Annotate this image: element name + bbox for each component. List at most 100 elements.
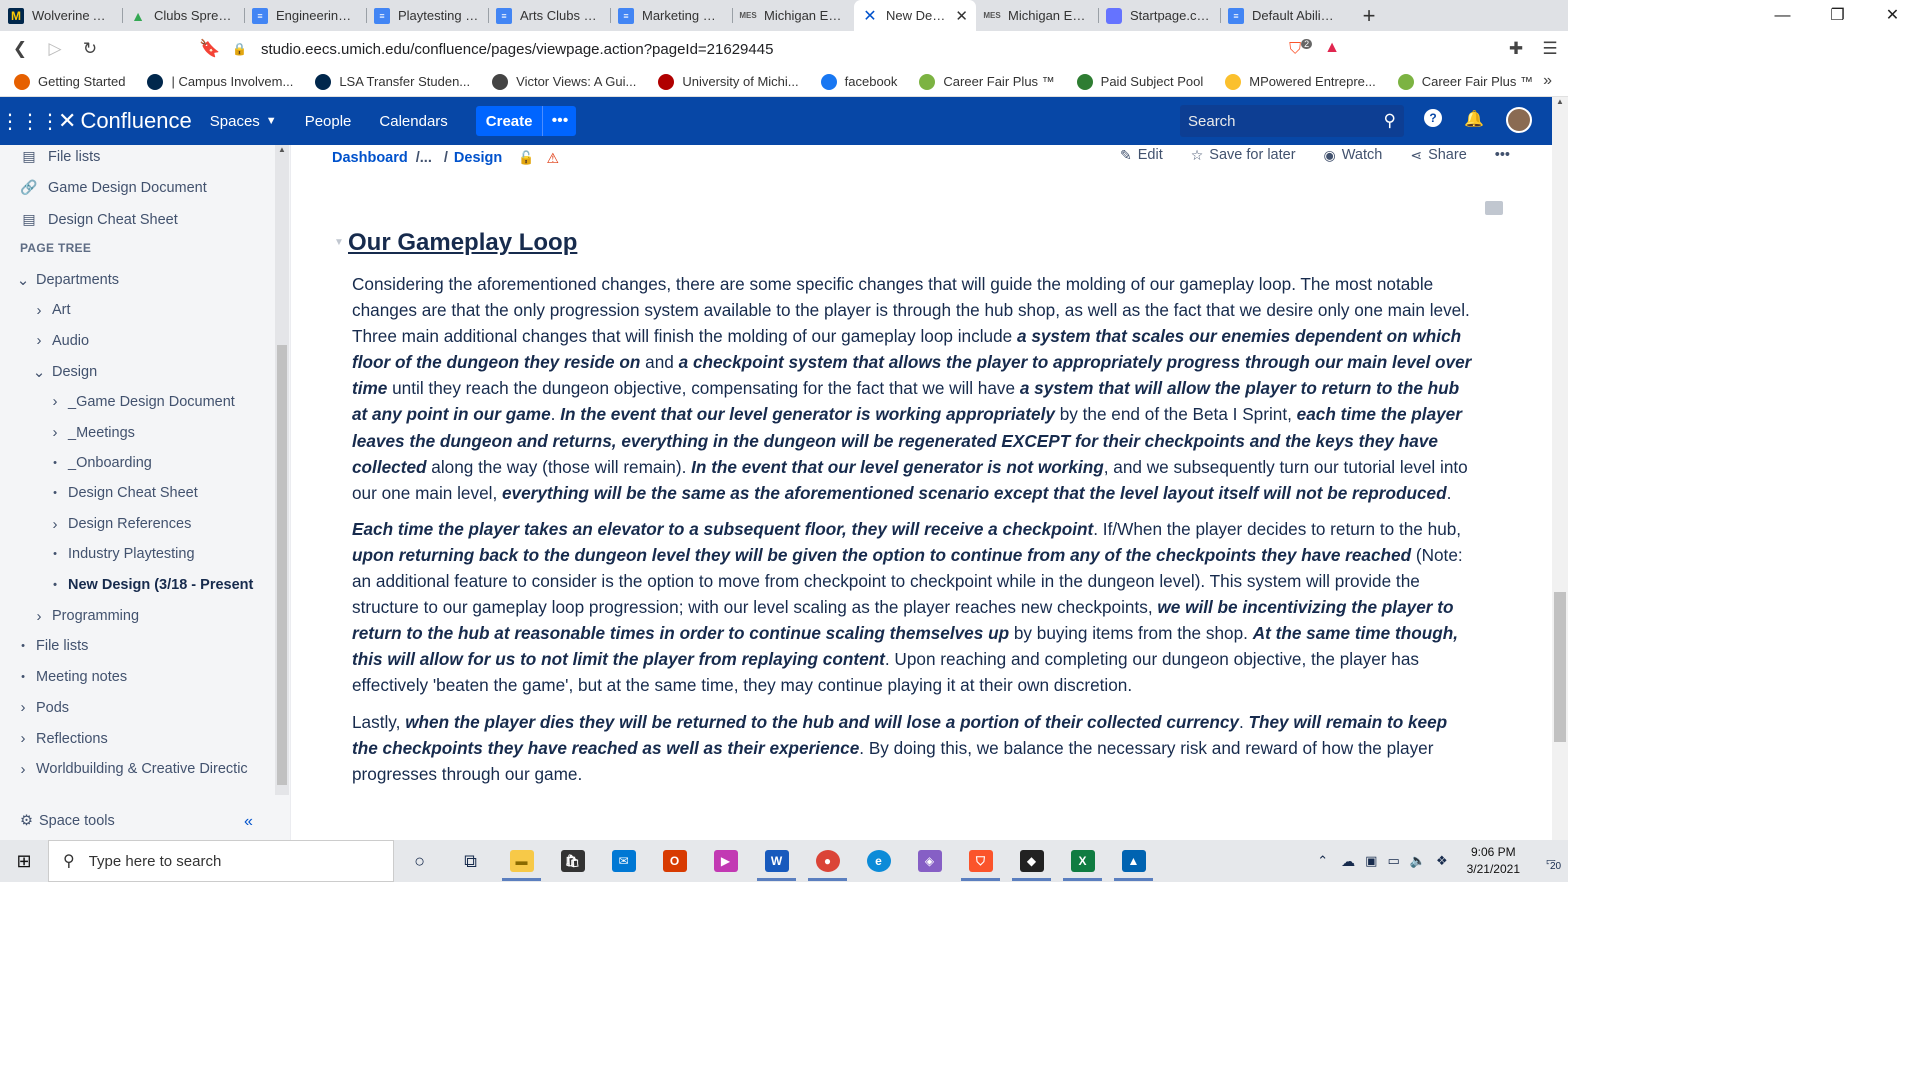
- bookmark-item[interactable]: | Campus Involvem...: [147, 73, 293, 90]
- nav-calendars[interactable]: Calendars: [379, 113, 447, 130]
- unlock-icon[interactable]: 🔓: [518, 150, 534, 166]
- word-icon[interactable]: W: [751, 840, 802, 882]
- breadcrumb-ellipsis[interactable]: /...: [416, 150, 432, 166]
- chevron-up-icon[interactable]: ⌃: [1317, 853, 1328, 869]
- photos-icon[interactable]: ▲: [1108, 840, 1159, 882]
- bookmarks-overflow-icon[interactable]: »: [1543, 72, 1552, 90]
- bookmark-page-icon[interactable]: 🔖: [195, 34, 225, 64]
- edit-button[interactable]: ✎ Edit: [1120, 147, 1163, 164]
- confluence-logo[interactable]: ✕ Confluence: [58, 108, 192, 134]
- browser-tab[interactable]: MES Michigan Entrepreneurs: [976, 0, 1098, 31]
- chevron-right-icon[interactable]: ›: [48, 516, 62, 533]
- browser-tab[interactable]: MES Michigan Entrepreneurs: [732, 0, 854, 31]
- forward-icon[interactable]: ▷: [40, 34, 70, 64]
- page-scroll-thumb[interactable]: [1554, 592, 1566, 742]
- page-scrollbar[interactable]: ▲: [1552, 97, 1568, 840]
- bookmark-item[interactable]: Career Fair Plus ™: [1397, 73, 1533, 90]
- watch-button[interactable]: ◉ Watch: [1324, 147, 1383, 164]
- browser-menu-icon[interactable]: ☰: [1535, 34, 1565, 64]
- back-icon[interactable]: ❮: [5, 34, 35, 64]
- close-window-icon[interactable]: ✕: [1865, 0, 1920, 31]
- close-tab-icon[interactable]: ✕: [955, 7, 968, 25]
- sidebar-scrollbar[interactable]: ▲: [275, 145, 289, 795]
- page-tree-item[interactable]: ⌄ Design: [32, 363, 97, 381]
- sidebar-shortcut[interactable]: ▤ File lists: [20, 148, 100, 165]
- page-tree-item[interactable]: • _Onboarding: [48, 455, 152, 471]
- chevron-down-icon[interactable]: ⌄: [16, 271, 30, 289]
- video-editor-icon[interactable]: ▶: [700, 840, 751, 882]
- scroll-up-icon[interactable]: ▲: [275, 145, 289, 154]
- page-tree-item[interactable]: • New Design (3/18 - Present: [48, 577, 253, 593]
- browser-tab[interactable]: ≡ Playtesting Ideas: [366, 0, 488, 31]
- page-tree-item[interactable]: › Audio: [32, 332, 90, 349]
- save-for-later-button[interactable]: ☆ Save for later: [1191, 147, 1296, 164]
- page-tree-item[interactable]: ⌄ Departments: [16, 271, 119, 289]
- file-explorer-icon[interactable]: ▬: [496, 840, 547, 882]
- bookmark-item[interactable]: Getting Started: [14, 73, 125, 90]
- page-tree-item[interactable]: • Design Cheat Sheet: [48, 485, 198, 501]
- bookmark-item[interactable]: MPowered Entrepre...: [1225, 73, 1376, 90]
- create-more-button[interactable]: •••: [542, 106, 577, 136]
- browser-tab[interactable]: ≡ Default Abilities: [1220, 0, 1342, 31]
- nav-people[interactable]: People: [305, 113, 352, 130]
- chevron-right-icon[interactable]: ›: [32, 332, 46, 349]
- bookmark-item[interactable]: LSA Transfer Studen...: [315, 73, 470, 90]
- browser-tab[interactable]: ≡ Marketing Emails: [610, 0, 732, 31]
- collapse-sidebar-icon[interactable]: «: [244, 813, 253, 831]
- page-tree-item[interactable]: › Design References: [48, 516, 192, 533]
- page-tree-item[interactable]: › _Meetings: [48, 424, 135, 441]
- page-tree-item[interactable]: › Pods: [16, 699, 70, 716]
- chevron-right-icon[interactable]: ›: [16, 730, 30, 747]
- browser-tab[interactable]: ≡ Arts Clubs Emails: [488, 0, 610, 31]
- bookmark-item[interactable]: facebook: [820, 73, 897, 90]
- page-tree-item[interactable]: • Meeting notes: [16, 669, 127, 685]
- page-tree-item[interactable]: › Art: [32, 302, 71, 319]
- sidebar-shortcut[interactable]: 🔗 Game Design Document: [20, 179, 206, 196]
- battery-icon[interactable]: ▭: [1387, 853, 1399, 869]
- browser-tab[interactable]: Startpage.com: [1098, 0, 1220, 31]
- page-tree-item[interactable]: › _Game Design Document: [48, 393, 235, 410]
- breadcrumb-dashboard[interactable]: Dashboard: [332, 150, 408, 166]
- share-button[interactable]: ⋖ Share: [1410, 147, 1466, 164]
- nav-spaces[interactable]: Spaces ▼: [210, 113, 277, 130]
- url-field[interactable]: 🔒 studio.eecs.umich.edu/confluence/pages…: [232, 35, 1340, 63]
- task-view-icon[interactable]: ⧉: [445, 840, 496, 882]
- cortana-icon[interactable]: ○: [394, 840, 445, 882]
- chevron-right-icon[interactable]: ›: [32, 302, 46, 319]
- avatar[interactable]: [1506, 107, 1532, 133]
- sidebar-shortcut[interactable]: ▤ Design Cheat Sheet: [20, 211, 177, 228]
- notification-center-icon[interactable]: ▭20: [1534, 855, 1568, 872]
- search-input[interactable]: Search ⚲: [1180, 105, 1404, 137]
- brave-rewards-icon[interactable]: ▲: [1324, 39, 1340, 58]
- bookmark-item[interactable]: Victor Views: A Gui...: [492, 73, 636, 90]
- help-icon[interactable]: ?: [1424, 109, 1442, 127]
- chevron-right-icon[interactable]: ›: [48, 393, 62, 410]
- warning-icon[interactable]: ⚠: [546, 150, 559, 167]
- page-tree-item[interactable]: › Worldbuilding & Creative Directic: [16, 761, 248, 778]
- table-of-contents-icon[interactable]: [1485, 201, 1503, 215]
- clock[interactable]: 9:06 PM 3/21/2021: [1467, 844, 1520, 878]
- bookmark-item[interactable]: University of Michi...: [658, 73, 799, 90]
- create-button[interactable]: Create: [475, 106, 543, 136]
- chrome-icon[interactable]: ●: [802, 840, 853, 882]
- collapse-heading-icon[interactable]: ▼: [334, 237, 344, 248]
- page-tree-item[interactable]: • File lists: [16, 638, 88, 654]
- chevron-right-icon[interactable]: ›: [48, 424, 62, 441]
- notifications-icon[interactable]: 🔔: [1464, 109, 1484, 129]
- scroll-up-icon[interactable]: ▲: [1552, 97, 1568, 106]
- brave-shield-icon[interactable]: ⛉ 2: [1289, 39, 1313, 58]
- more-actions-button[interactable]: •••: [1495, 147, 1510, 163]
- excel-icon[interactable]: X: [1057, 840, 1108, 882]
- page-tree-item[interactable]: › Programming: [32, 608, 140, 625]
- chevron-right-icon[interactable]: ›: [16, 761, 30, 778]
- mail-icon[interactable]: ✉: [598, 840, 649, 882]
- browser-tab[interactable]: M Wolverine Access: [0, 0, 122, 31]
- new-tab-icon[interactable]: +: [1354, 3, 1384, 29]
- extensions-icon[interactable]: ✚: [1501, 34, 1531, 64]
- store-icon[interactable]: 🛍: [547, 840, 598, 882]
- page-tree-item[interactable]: • Industry Playtesting: [48, 546, 194, 562]
- taskbar-search-input[interactable]: ⚲ Type here to search: [48, 840, 394, 882]
- page-tree-item[interactable]: › Reflections: [16, 730, 108, 747]
- windows-start-icon[interactable]: ⊞: [0, 851, 48, 872]
- edge-icon[interactable]: e: [853, 840, 904, 882]
